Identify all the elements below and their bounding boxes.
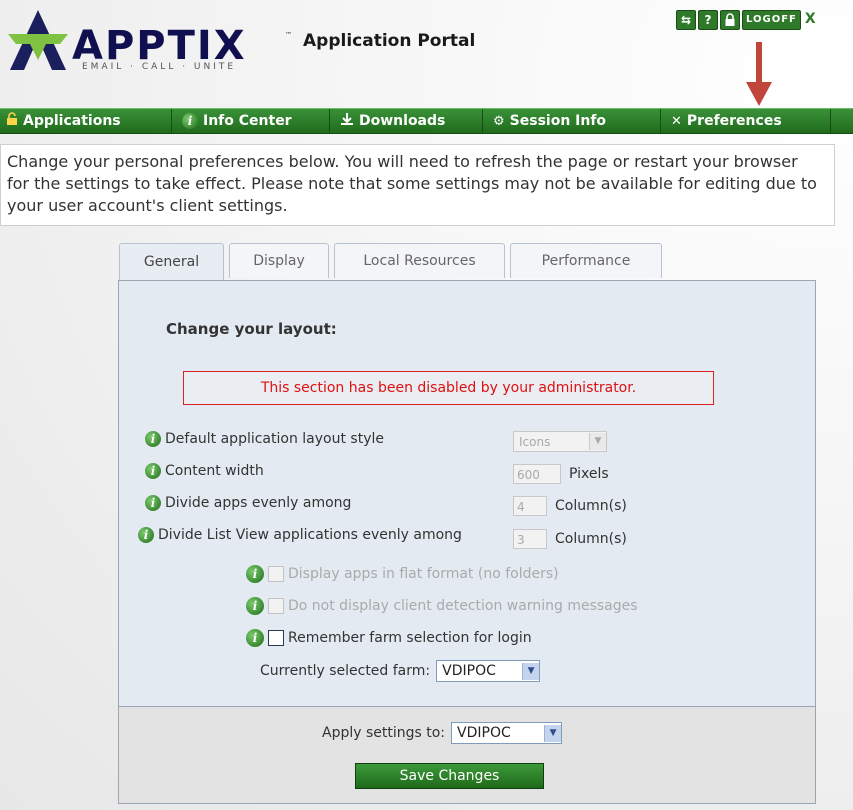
content-width-control: 600 Pixels: [513, 464, 609, 484]
setting-client-warning: i Do not display client detection warnin…: [246, 597, 638, 615]
select-value: VDIPOC: [442, 663, 496, 679]
nav-downloads[interactable]: Downloads: [330, 109, 483, 133]
tab-general[interactable]: General: [119, 243, 224, 280]
current-farm-select[interactable]: VDIPOC ▼: [436, 660, 541, 682]
select-value: VDIPOC: [457, 725, 511, 741]
switch-icon[interactable]: ⇆: [676, 10, 696, 30]
lock-icon[interactable]: [720, 10, 740, 30]
unlock-icon: [6, 112, 18, 130]
main-nav: Applications i Info Center Downloads ⚙ S…: [0, 108, 853, 134]
info-icon[interactable]: i: [145, 463, 161, 479]
nav-applications[interactable]: Applications: [0, 109, 172, 133]
divide-list-control: 3 Column(s): [513, 529, 627, 549]
section-heading: Change your layout:: [166, 320, 337, 338]
content-width-input[interactable]: 600: [513, 464, 561, 484]
unit-label: Column(s): [555, 498, 627, 514]
setting-remember-farm: i Remember farm selection for login: [246, 629, 532, 647]
setting-label: Divide apps evenly among: [165, 495, 352, 511]
tools-icon: ✕: [671, 113, 682, 129]
nav-preferences[interactable]: ✕ Preferences: [661, 109, 831, 133]
logo-tagline: EMAIL · CALL · UNITE: [82, 62, 237, 72]
select-value: Icons: [519, 434, 551, 449]
top-toolbar: ⇆ ? LOGOFF X: [676, 10, 816, 30]
help-icon[interactable]: ?: [698, 10, 718, 30]
setting-flat-format: i Display apps in flat format (no folder…: [246, 565, 559, 583]
flat-format-checkbox[interactable]: [268, 566, 284, 582]
logoff-button[interactable]: LOGOFF: [742, 10, 801, 30]
remember-farm-checkbox[interactable]: [268, 630, 284, 646]
layout-style-control: Icons ▼: [513, 431, 607, 452]
setting-label: Default application layout style: [165, 431, 384, 447]
checkbox-label: Remember farm selection for login: [288, 630, 532, 646]
client-warning-checkbox[interactable]: [268, 598, 284, 614]
nav-info-center[interactable]: i Info Center: [172, 109, 330, 133]
chevron-down-icon: ▼: [544, 724, 562, 742]
tab-bar: General Display Local Resources Performa…: [119, 243, 667, 280]
divide-list-input[interactable]: 3: [513, 529, 547, 549]
setting-label: Divide List View applications evenly amo…: [158, 527, 462, 543]
setting-layout-style: i Default application layout style: [145, 431, 384, 447]
layout-style-select[interactable]: Icons ▼: [513, 431, 607, 452]
setting-divide-list: i Divide List View applications evenly a…: [138, 527, 462, 543]
info-icon: i: [182, 113, 198, 129]
setting-divide-apps: i Divide apps evenly among: [145, 495, 351, 511]
chevron-down-icon: ▼: [589, 433, 606, 450]
info-icon[interactable]: i: [138, 527, 154, 543]
logo-word: APPTIX: [72, 23, 247, 69]
tab-local-resources[interactable]: Local Resources: [334, 243, 505, 278]
checkbox-label: Display apps in flat format (no folders): [288, 566, 559, 582]
apply-settings-row: Apply settings to: VDIPOC ▼: [322, 722, 563, 744]
divide-apps-input[interactable]: 4: [513, 496, 547, 516]
apply-settings-select[interactable]: VDIPOC ▼: [451, 722, 563, 744]
portal-title: Application Portal: [303, 31, 476, 51]
apptix-logo: APPTIX ™ EMAIL · CALL · UNITE: [8, 8, 298, 76]
nav-label: Applications: [23, 113, 121, 129]
chevron-down-icon: ▼: [522, 662, 540, 680]
unit-label: Pixels: [569, 466, 609, 482]
nav-label: Downloads: [359, 113, 446, 129]
info-icon[interactable]: i: [145, 431, 161, 447]
info-icon[interactable]: i: [145, 495, 161, 511]
apply-label: Apply settings to:: [322, 725, 446, 741]
tab-performance[interactable]: Performance: [510, 243, 662, 278]
tab-display[interactable]: Display: [229, 243, 329, 278]
nav-label: Preferences: [686, 113, 782, 129]
save-changes-button[interactable]: Save Changes: [355, 763, 544, 789]
checkbox-label: Do not display client detection warning …: [288, 598, 638, 614]
current-farm-row: Currently selected farm: VDIPOC ▼: [260, 660, 541, 682]
logo-trademark: ™: [285, 31, 292, 39]
setting-label: Content width: [165, 463, 264, 479]
info-icon[interactable]: i: [246, 565, 264, 583]
info-icon[interactable]: i: [246, 629, 264, 647]
nav-session-info[interactable]: ⚙ Session Info: [483, 109, 661, 133]
nav-label: Info Center: [203, 113, 292, 129]
close-button[interactable]: X: [805, 10, 816, 30]
unit-label: Column(s): [555, 531, 627, 547]
apptix-a-icon: [8, 10, 68, 70]
divide-apps-control: 4 Column(s): [513, 496, 627, 516]
current-farm-label: Currently selected farm:: [260, 663, 431, 679]
info-icon[interactable]: i: [246, 597, 264, 615]
intro-text: Change your personal preferences below. …: [0, 144, 835, 226]
nav-label: Session Info: [509, 113, 607, 129]
download-icon: [340, 112, 354, 130]
disabled-notice: This section has been disabled by your a…: [183, 371, 714, 405]
setting-content-width: i Content width: [145, 463, 264, 479]
pointer-arrow: [746, 42, 772, 108]
gear-icon: ⚙: [493, 113, 505, 129]
